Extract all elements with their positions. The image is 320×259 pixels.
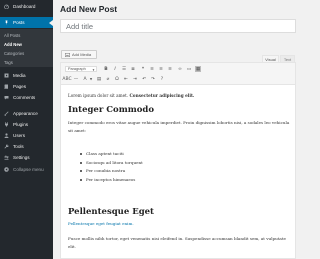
menu-appearance[interactable]: Appearance — [0, 108, 53, 119]
submenu-all-posts[interactable]: All Posts — [4, 33, 20, 38]
menu-pages-label: Pages — [13, 84, 27, 89]
menu-dashboard[interactable]: Dashboard — [0, 1, 53, 12]
user-icon — [4, 133, 9, 138]
menu-plugins[interactable]: Plugins — [0, 119, 53, 130]
numbered-list-icon[interactable]: ≣ — [130, 66, 136, 72]
brush-icon — [4, 111, 9, 116]
paragraph-format-label: Paragraph — [68, 67, 86, 71]
media-icon — [4, 73, 9, 78]
media-icon — [65, 52, 70, 57]
body-paragraph-1: Integer commodo eros vitae augue vehicul… — [68, 120, 290, 133]
menu-posts[interactable]: Posts — [0, 17, 53, 28]
bullet-list: Class aptent taciti Sociosqu ad litora t… — [79, 150, 143, 184]
comment-icon — [4, 96, 9, 100]
link-icon[interactable]: ∞ — [177, 66, 183, 72]
redo-icon[interactable]: ↷ — [150, 76, 156, 82]
menu-users[interactable]: Users — [0, 130, 53, 141]
submenu-categories[interactable]: Categories — [4, 51, 24, 56]
menu-media[interactable]: Media — [0, 70, 53, 81]
list-item: Class aptent taciti — [79, 150, 143, 159]
strikethrough-icon[interactable]: ABC — [62, 76, 71, 82]
menu-media-label: Media — [13, 73, 26, 78]
wrench-icon — [4, 144, 9, 149]
pin-icon — [5, 20, 8, 25]
content-editor[interactable]: Paragraph ▼ B I ☰ ≣ ❝ ≡ ≡ ≡ ∞ ▭ ▦ ABC — … — [60, 62, 296, 259]
heading-pellentesque-eget: Pellentesque Eget — [68, 207, 154, 217]
bullet-list-icon[interactable]: ☰ — [121, 66, 127, 72]
collapse-icon — [4, 167, 9, 172]
tab-text[interactable]: Text — [280, 55, 295, 62]
menu-plugins-label: Plugins — [13, 122, 29, 127]
chevron-down-icon[interactable]: ▼ — [88, 76, 94, 82]
heading-integer-commodo: Integer Commodo — [68, 105, 154, 115]
list-item: Per conubia nostra — [79, 167, 143, 176]
tab-visual[interactable]: Visual — [262, 55, 279, 62]
collapse-menu-label: Collapse menu — [13, 167, 44, 172]
body-paragraph-2: Fusce mollis nibh tortor, eget venenatis… — [68, 236, 286, 249]
posts-submenu: All Posts Add New Categories Tags — [0, 29, 53, 67]
help-icon[interactable]: ? — [159, 76, 165, 82]
bold-icon[interactable]: B — [103, 66, 109, 72]
toolbar-toggle-icon[interactable]: ▦ — [195, 66, 201, 72]
menu-pages[interactable]: Pages — [0, 81, 53, 92]
submenu-add-new[interactable]: Add New — [4, 42, 22, 47]
page-title: Add New Post — [60, 4, 118, 14]
list-item: Sociosqu ad litora torquent — [79, 159, 143, 168]
submenu-tags[interactable]: Tags — [4, 60, 13, 65]
settings-icon — [4, 155, 9, 160]
menu-posts-label: Posts — [13, 20, 25, 25]
clear-formatting-icon[interactable]: ⌀ — [105, 76, 111, 82]
content-link[interactable]: Pellentesque eget feugiat enim. — [68, 221, 134, 226]
pages-icon — [4, 84, 8, 89]
blockquote-icon[interactable]: ❝ — [140, 66, 146, 72]
intro-bold-text: Consectetur adipiscing elit. — [129, 93, 195, 98]
paste-text-icon[interactable]: ▤ — [96, 76, 102, 82]
menu-dashboard-label: Dashboard — [13, 4, 36, 9]
undo-icon[interactable]: ↶ — [141, 76, 147, 82]
add-media-button[interactable]: Add Media — [61, 50, 97, 59]
add-media-label: Add Media — [72, 52, 92, 57]
admin-sidebar: Dashboard Posts All Posts Add New Catego… — [0, 0, 53, 259]
more-tag-icon[interactable]: ▭ — [186, 66, 192, 72]
collapse-menu-button[interactable]: Collapse menu — [0, 164, 53, 175]
italic-icon[interactable]: I — [112, 66, 118, 72]
indent-icon[interactable]: ⇥ — [132, 76, 138, 82]
menu-users-label: Users — [13, 133, 25, 138]
menu-settings[interactable]: Settings — [0, 152, 53, 163]
outdent-icon[interactable]: ⇤ — [123, 76, 129, 82]
intro-text: Lorem ipsum dolor sit amet. — [68, 93, 130, 98]
dashboard-icon — [4, 4, 9, 9]
post-title-input[interactable]: Add title — [60, 19, 296, 33]
menu-comments[interactable]: Comments — [0, 92, 53, 103]
menu-tools[interactable]: Tools — [0, 141, 53, 152]
align-right-icon[interactable]: ≡ — [167, 66, 173, 72]
chevron-down-icon: ▼ — [92, 68, 95, 72]
plug-icon — [5, 122, 8, 127]
align-center-icon[interactable]: ≡ — [158, 66, 164, 72]
special-character-icon[interactable]: Ω — [114, 76, 120, 82]
menu-appearance-label: Appearance — [13, 111, 38, 116]
intro-paragraph: Lorem ipsum dolor sit amet. Consectetur … — [68, 93, 194, 98]
align-left-icon[interactable]: ≡ — [149, 66, 155, 72]
menu-settings-label: Settings — [13, 155, 30, 160]
list-item: Per inceptos himenaeos — [79, 176, 143, 185]
menu-tools-label: Tools — [13, 144, 24, 149]
horizontal-line-icon[interactable]: — — [73, 76, 79, 82]
paragraph-format-select[interactable]: Paragraph ▼ — [65, 66, 97, 72]
editor-toolbar: Paragraph ▼ B I ☰ ≣ ❝ ≡ ≡ ≡ ∞ ▭ ▦ ABC — … — [61, 63, 295, 85]
menu-comments-label: Comments — [13, 95, 36, 100]
